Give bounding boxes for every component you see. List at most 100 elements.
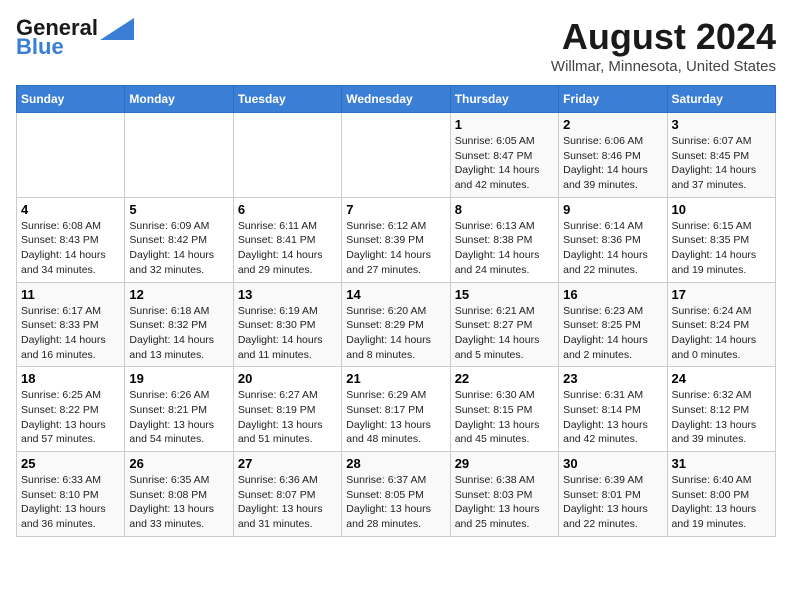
day-info: Sunrise: 6:31 AM Sunset: 8:14 PM Dayligh… — [563, 388, 662, 447]
header-day-friday: Friday — [559, 86, 667, 113]
day-info: Sunrise: 6:13 AM Sunset: 8:38 PM Dayligh… — [455, 219, 554, 278]
day-number: 31 — [672, 456, 771, 471]
day-info: Sunrise: 6:36 AM Sunset: 8:07 PM Dayligh… — [238, 473, 337, 532]
day-number: 4 — [21, 202, 120, 217]
calendar-cell: 19 Sunrise: 6:26 AM Sunset: 8:21 PM Dayli… — [125, 367, 233, 452]
calendar-cell: 3Sunrise: 6:07 AM Sunset: 8:45 PM Daylig… — [667, 113, 775, 198]
day-number: 6 — [238, 202, 337, 217]
calendar-cell: 23 Sunrise: 6:31 AM Sunset: 8:14 PM Dayli… — [559, 367, 667, 452]
week-row-4: 18Sunrise: 6:25 AM Sunset: 8:22 PM Dayli… — [17, 367, 776, 452]
calendar-cell: 12 Sunrise: 6:18 AM Sunset: 8:32 PM Dayli… — [125, 282, 233, 367]
calendar-cell: 7 Sunrise: 6:12 AM Sunset: 8:39 PM Daylig… — [342, 197, 450, 282]
week-row-5: 25Sunrise: 6:33 AM Sunset: 8:10 PM Dayli… — [17, 452, 776, 537]
day-info: Sunrise: 6:32 AM Sunset: 8:12 PM Dayligh… — [672, 388, 771, 447]
calendar-cell: 29 Sunrise: 6:38 AM Sunset: 8:03 PM Dayli… — [450, 452, 558, 537]
day-number: 5 — [129, 202, 228, 217]
calendar-cell: 27Sunrise: 6:36 AM Sunset: 8:07 PM Dayli… — [233, 452, 341, 537]
day-info: Sunrise: 6:29 AM Sunset: 8:17 PM Dayligh… — [346, 388, 445, 447]
day-number: 28 — [346, 456, 445, 471]
day-info: Sunrise: 6:08 AM Sunset: 8:43 PM Dayligh… — [21, 219, 120, 278]
calendar-table: SundayMondayTuesdayWednesdayThursdayFrid… — [16, 85, 776, 537]
day-info: Sunrise: 6:24 AM Sunset: 8:24 PM Dayligh… — [672, 304, 771, 363]
day-number: 7 — [346, 202, 445, 217]
day-info: Sunrise: 6:14 AM Sunset: 8:36 PM Dayligh… — [563, 219, 662, 278]
calendar-cell: 5 Sunrise: 6:09 AM Sunset: 8:42 PM Daylig… — [125, 197, 233, 282]
day-number: 23 — [563, 371, 662, 386]
header: General Blue August 2024 Willmar, Minnes… — [16, 16, 776, 75]
day-number: 29 — [455, 456, 554, 471]
day-info: Sunrise: 6:11 AM Sunset: 8:41 PM Dayligh… — [238, 219, 337, 278]
main-title: August 2024 — [551, 16, 776, 58]
day-number: 19 — [129, 371, 228, 386]
day-number: 20 — [238, 371, 337, 386]
day-info: Sunrise: 6:05 AM Sunset: 8:47 PM Dayligh… — [455, 134, 554, 193]
calendar-cell: 20 Sunrise: 6:27 AM Sunset: 8:19 PM Dayli… — [233, 367, 341, 452]
day-number: 13 — [238, 287, 337, 302]
calendar-cell: 31 Sunrise: 6:40 AM Sunset: 8:00 PM Dayli… — [667, 452, 775, 537]
day-info: Sunrise: 6:17 AM Sunset: 8:33 PM Dayligh… — [21, 304, 120, 363]
calendar-cell: 21 Sunrise: 6:29 AM Sunset: 8:17 PM Dayli… — [342, 367, 450, 452]
header-day-thursday: Thursday — [450, 86, 558, 113]
week-row-1: 1 Sunrise: 6:05 AM Sunset: 8:47 PM Daylig… — [17, 113, 776, 198]
calendar-cell: 4 Sunrise: 6:08 AM Sunset: 8:43 PM Daylig… — [17, 197, 125, 282]
calendar-cell: 13 Sunrise: 6:19 AM Sunset: 8:30 PM Dayli… — [233, 282, 341, 367]
day-info: Sunrise: 6:33 AM Sunset: 8:10 PM Dayligh… — [21, 473, 120, 532]
calendar-cell — [17, 113, 125, 198]
day-number: 11 — [21, 287, 120, 302]
logo-icon — [100, 18, 134, 40]
day-number: 30 — [563, 456, 662, 471]
calendar-cell: 11 Sunrise: 6:17 AM Sunset: 8:33 PM Dayli… — [17, 282, 125, 367]
calendar-cell: 14Sunrise: 6:20 AM Sunset: 8:29 PM Dayli… — [342, 282, 450, 367]
header-day-saturday: Saturday — [667, 86, 775, 113]
day-info: Sunrise: 6:39 AM Sunset: 8:01 PM Dayligh… — [563, 473, 662, 532]
calendar-cell: 25Sunrise: 6:33 AM Sunset: 8:10 PM Dayli… — [17, 452, 125, 537]
calendar-cell — [342, 113, 450, 198]
day-number: 18 — [21, 371, 120, 386]
week-row-3: 11 Sunrise: 6:17 AM Sunset: 8:33 PM Dayli… — [17, 282, 776, 367]
day-number: 16 — [563, 287, 662, 302]
day-info: Sunrise: 6:38 AM Sunset: 8:03 PM Dayligh… — [455, 473, 554, 532]
calendar-cell: 26Sunrise: 6:35 AM Sunset: 8:08 PM Dayli… — [125, 452, 233, 537]
header-day-sunday: Sunday — [17, 86, 125, 113]
day-number: 17 — [672, 287, 771, 302]
day-info: Sunrise: 6:15 AM Sunset: 8:35 PM Dayligh… — [672, 219, 771, 278]
day-info: Sunrise: 6:09 AM Sunset: 8:42 PM Dayligh… — [129, 219, 228, 278]
week-row-2: 4 Sunrise: 6:08 AM Sunset: 8:43 PM Daylig… — [17, 197, 776, 282]
calendar-cell: 24 Sunrise: 6:32 AM Sunset: 8:12 PM Dayli… — [667, 367, 775, 452]
title-area: August 2024 Willmar, Minnesota, United S… — [551, 16, 776, 75]
day-number: 2 — [563, 117, 662, 132]
day-number: 1 — [455, 117, 554, 132]
calendar-cell: 10 Sunrise: 6:15 AM Sunset: 8:35 PM Dayli… — [667, 197, 775, 282]
logo-text-blue: Blue — [16, 34, 64, 59]
day-info: Sunrise: 6:37 AM Sunset: 8:05 PM Dayligh… — [346, 473, 445, 532]
day-number: 12 — [129, 287, 228, 302]
day-info: Sunrise: 6:18 AM Sunset: 8:32 PM Dayligh… — [129, 304, 228, 363]
day-number: 21 — [346, 371, 445, 386]
header-day-wednesday: Wednesday — [342, 86, 450, 113]
day-info: Sunrise: 6:20 AM Sunset: 8:29 PM Dayligh… — [346, 304, 445, 363]
calendar-cell: 8 Sunrise: 6:13 AM Sunset: 8:38 PM Daylig… — [450, 197, 558, 282]
calendar-cell: 17 Sunrise: 6:24 AM Sunset: 8:24 PM Dayli… — [667, 282, 775, 367]
calendar-cell — [125, 113, 233, 198]
day-number: 15 — [455, 287, 554, 302]
day-number: 10 — [672, 202, 771, 217]
header-day-tuesday: Tuesday — [233, 86, 341, 113]
day-number: 22 — [455, 371, 554, 386]
day-info: Sunrise: 6:21 AM Sunset: 8:27 PM Dayligh… — [455, 304, 554, 363]
calendar-cell: 30 Sunrise: 6:39 AM Sunset: 8:01 PM Dayli… — [559, 452, 667, 537]
day-number: 26 — [129, 456, 228, 471]
day-info: Sunrise: 6:12 AM Sunset: 8:39 PM Dayligh… — [346, 219, 445, 278]
logo: General Blue — [16, 16, 134, 59]
day-info: Sunrise: 6:06 AM Sunset: 8:46 PM Dayligh… — [563, 134, 662, 193]
day-info: Sunrise: 6:40 AM Sunset: 8:00 PM Dayligh… — [672, 473, 771, 532]
day-number: 24 — [672, 371, 771, 386]
calendar-cell: 1 Sunrise: 6:05 AM Sunset: 8:47 PM Daylig… — [450, 113, 558, 198]
day-info: Sunrise: 6:23 AM Sunset: 8:25 PM Dayligh… — [563, 304, 662, 363]
day-info: Sunrise: 6:27 AM Sunset: 8:19 PM Dayligh… — [238, 388, 337, 447]
subtitle: Willmar, Minnesota, United States — [551, 58, 776, 75]
calendar-cell: 15 Sunrise: 6:21 AM Sunset: 8:27 PM Dayli… — [450, 282, 558, 367]
day-number: 8 — [455, 202, 554, 217]
day-info: Sunrise: 6:19 AM Sunset: 8:30 PM Dayligh… — [238, 304, 337, 363]
day-info: Sunrise: 6:26 AM Sunset: 8:21 PM Dayligh… — [129, 388, 228, 447]
calendar-cell: 16 Sunrise: 6:23 AM Sunset: 8:25 PM Dayli… — [559, 282, 667, 367]
